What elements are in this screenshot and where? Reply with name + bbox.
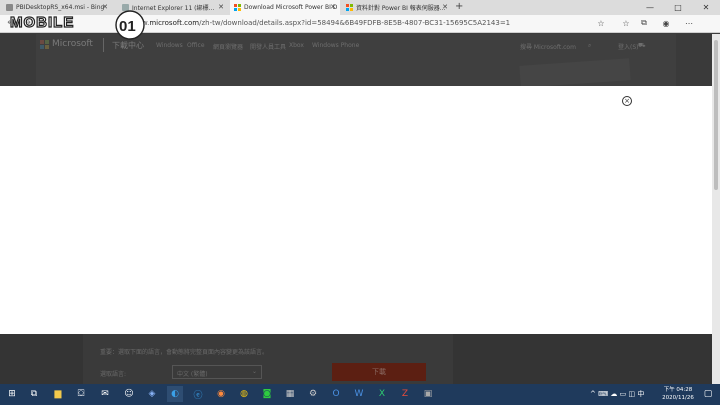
- settings-icon[interactable]: ⚙: [305, 386, 321, 402]
- mobile01-watermark-logo: MOBILE 01: [9, 10, 145, 40]
- media-icon[interactable]: ▣: [420, 386, 436, 402]
- close-icon[interactable]: ×: [622, 96, 632, 106]
- more-menu-icon[interactable]: ⋯: [683, 17, 695, 29]
- search-link[interactable]: 搜尋 Microsoft.com: [520, 42, 576, 51]
- people-icon[interactable]: ☺: [121, 386, 137, 402]
- cart-icon[interactable]: ⛟: [638, 42, 646, 50]
- microsoft-icon: [234, 4, 241, 11]
- ie-icon[interactable]: ⓔ: [190, 386, 206, 402]
- svg-text:MOBILE: MOBILE: [10, 14, 74, 31]
- close-icon[interactable]: ✕: [442, 3, 448, 11]
- url-field[interactable]: w.microsoft.com/zh-tw/download/details.a…: [142, 19, 510, 27]
- nav-dev-tools[interactable]: 開發人員工具: [250, 42, 286, 51]
- nav-browsers[interactable]: 網頁瀏覽器: [213, 42, 243, 51]
- scrollbar-thumb[interactable]: [714, 40, 718, 190]
- chevron-down-icon: ⌄: [251, 368, 257, 375]
- app-icon[interactable]: ◈: [144, 386, 160, 402]
- new-tab-button[interactable]: +: [455, 1, 463, 12]
- microsoft-icon: [346, 4, 353, 11]
- system-tray[interactable]: ^ ⌨ ☁ ▭ ◫ 中: [590, 389, 644, 399]
- close-icon[interactable]: ✕: [330, 3, 336, 11]
- outlook-icon[interactable]: O: [328, 386, 344, 402]
- notification-icon[interactable]: ▢: [700, 386, 716, 402]
- favorites-list-icon[interactable]: ☆: [620, 17, 632, 29]
- line-icon[interactable]: ◙: [259, 386, 275, 402]
- nav-windows[interactable]: Windows: [156, 42, 183, 49]
- nav-windows-phone[interactable]: Windows Phone: [312, 42, 359, 49]
- svg-text:01: 01: [119, 18, 136, 35]
- minimize-button[interactable]: —: [636, 0, 664, 15]
- task-view-icon[interactable]: ⧉: [26, 386, 42, 402]
- tab-label: Download Microsoft Power BI D: [244, 4, 338, 11]
- windows-start-icon[interactable]: ⊞: [4, 386, 20, 402]
- edge-icon[interactable]: ◐: [167, 386, 183, 402]
- file-explorer-icon[interactable]: ▆: [50, 386, 66, 402]
- chrome-icon[interactable]: ◍: [236, 386, 252, 402]
- store-icon[interactable]: ⛋: [73, 386, 89, 402]
- taskbar-clock[interactable]: 下午 04:28 2020/11/26: [658, 386, 698, 402]
- language-select[interactable]: 中文 (繁體) ⌄: [172, 365, 262, 379]
- mail-icon[interactable]: ✉: [97, 386, 113, 402]
- calculator-icon[interactable]: ▦: [282, 386, 298, 402]
- sign-in-link[interactable]: 登入(S): [618, 42, 639, 51]
- tab-label: 資料針對 Power BI 報表伺服器...: [356, 5, 446, 12]
- tab-power-bi-report-server[interactable]: 資料針對 Power BI 報表伺服器... ✕: [342, 0, 452, 15]
- excel-icon[interactable]: X: [374, 386, 390, 402]
- collections-icon[interactable]: ⧉: [638, 17, 650, 29]
- search-icon[interactable]: ⌕: [588, 42, 591, 50]
- account-icon[interactable]: ◉: [660, 17, 672, 29]
- firefox-icon[interactable]: ◉: [213, 386, 229, 402]
- tab-download-power-bi[interactable]: Download Microsoft Power BI D ✕: [230, 0, 340, 15]
- download-button[interactable]: 下載: [332, 363, 426, 381]
- nav-office[interactable]: Office: [187, 42, 205, 49]
- nav-xbox[interactable]: Xbox: [289, 42, 304, 49]
- language-label: 選取語言:: [100, 371, 127, 378]
- language-note: 重要：選取下面的語言，會動態將完整頁面內容變更為該語言。: [100, 349, 269, 356]
- maximize-button[interactable]: □: [664, 0, 692, 15]
- favorite-star-icon[interactable]: ☆: [595, 17, 607, 29]
- modal-dialog: [0, 86, 712, 334]
- filezilla-icon[interactable]: Z: [397, 386, 413, 402]
- close-icon[interactable]: ✕: [218, 3, 224, 11]
- close-window-button[interactable]: ✕: [692, 0, 720, 15]
- word-icon[interactable]: W: [351, 386, 367, 402]
